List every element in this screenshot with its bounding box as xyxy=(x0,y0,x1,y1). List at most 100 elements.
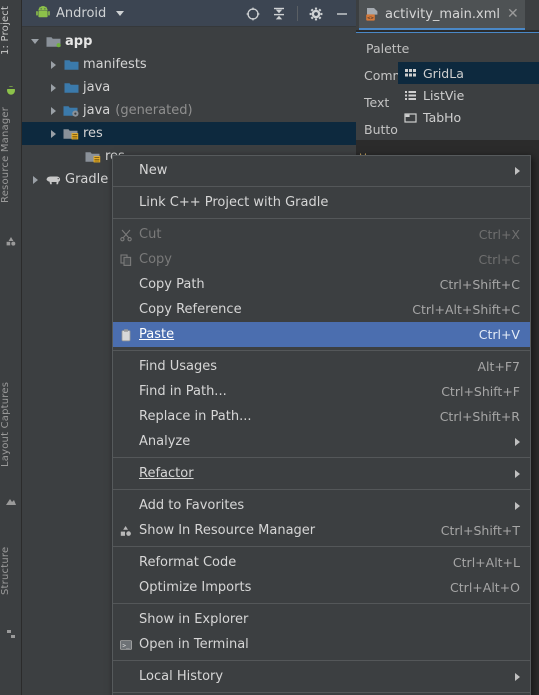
settings-gear-icon[interactable] xyxy=(308,6,324,22)
menu-item-label: New xyxy=(139,163,168,178)
module-folder-icon xyxy=(44,35,62,48)
menu-item-shortcut: Ctrl+Shift+R xyxy=(439,409,520,424)
tree-row-java-generated[interactable]: java (generated) xyxy=(22,99,356,122)
expand-arrow-icon[interactable] xyxy=(26,39,44,44)
palette-category-common[interactable]: Common xyxy=(356,62,420,89)
project-view-selector[interactable]: Android xyxy=(36,5,125,21)
menu-item-add-to-favorites[interactable]: Add to Favorites xyxy=(113,493,530,518)
menu-item-link-cpp-project-with-gradle[interactable]: Link C++ Project with Gradle xyxy=(113,190,530,215)
palette-category-label: Text xyxy=(364,95,390,110)
tree-label: manifests xyxy=(83,57,147,72)
tool-window-label-resource-manager: Resource Manager xyxy=(0,107,11,204)
menu-item-copy-reference[interactable]: Copy Reference Ctrl+Alt+Shift+C xyxy=(113,297,530,322)
close-icon[interactable]: ✕ xyxy=(507,6,519,22)
tree-label: app xyxy=(65,34,93,49)
tree-row-manifests[interactable]: manifests xyxy=(22,53,356,76)
menu-item-paste[interactable]: Paste Ctrl+V xyxy=(113,322,530,347)
palette-item-tabhost[interactable]: TabHo xyxy=(398,106,539,128)
expand-arrow-icon[interactable] xyxy=(44,83,62,92)
palette-category-buttons[interactable]: Buttons xyxy=(356,116,412,143)
menu-item-icon-placeholder xyxy=(113,575,139,600)
menu-item-label: Find in Path... xyxy=(139,384,227,399)
resource-manager-icon xyxy=(113,518,139,543)
palette-category-list[interactable]: Common Text Buttons xyxy=(356,62,420,143)
menu-item-icon-placeholder xyxy=(113,354,139,379)
menu-item-label: Analyze xyxy=(139,434,191,449)
expand-arrow-icon[interactable] xyxy=(44,106,62,115)
palette-item-label: ListVie xyxy=(423,87,465,103)
tool-window-button-resource-manager[interactable]: Resource Manager xyxy=(0,105,22,225)
expand-arrow-icon[interactable] xyxy=(44,60,62,69)
android-robot-icon xyxy=(36,6,50,18)
tree-row-app[interactable]: app xyxy=(22,30,356,53)
menu-item-new[interactable]: New xyxy=(113,158,530,183)
menu-item-icon-placeholder xyxy=(113,190,139,215)
menu-item-show-in-resource-manager[interactable]: Show In Resource Manager Ctrl+Shift+T xyxy=(113,518,530,543)
menu-item-shortcut: Ctrl+V xyxy=(478,327,520,342)
collapse-all-icon[interactable] xyxy=(271,6,287,22)
menu-item-shortcut: Ctrl+C xyxy=(478,252,520,267)
menu-item-find-in-path[interactable]: Find in Path... Ctrl+Shift+F xyxy=(113,379,530,404)
menu-item-label: Refactor xyxy=(139,466,194,481)
menu-item-refactor[interactable]: Refactor xyxy=(113,461,530,486)
menu-item-icon-placeholder xyxy=(113,607,139,632)
menu-item-cut[interactable]: Cut Ctrl+X xyxy=(113,222,530,247)
menu-item-open-in-terminal[interactable]: >_ Open in Terminal xyxy=(113,632,530,657)
scissors-icon xyxy=(113,222,139,247)
menu-item-icon-placeholder xyxy=(113,404,139,429)
tool-window-button-structure[interactable]: Structure xyxy=(0,545,22,621)
tool-window-button-layout-captures[interactable]: Layout Captures xyxy=(0,380,22,488)
menu-item-find-usages[interactable]: Find Usages Alt+F7 xyxy=(113,354,530,379)
minimize-icon[interactable] xyxy=(334,6,350,22)
menu-item-optimize-imports[interactable]: Optimize Imports Ctrl+Alt+O xyxy=(113,575,530,600)
menu-separator xyxy=(113,489,530,490)
chevron-down-icon[interactable] xyxy=(116,10,125,16)
tree-row-res-selected[interactable]: res xyxy=(22,122,356,145)
menu-item-copy-path[interactable]: Copy Path Ctrl+Shift+C xyxy=(113,272,530,297)
tree-row-java[interactable]: java xyxy=(22,76,356,99)
palette-item-listview[interactable]: ListVie xyxy=(398,84,539,106)
menu-item-label: Local History xyxy=(139,669,224,684)
menu-separator xyxy=(113,350,530,351)
editor-tab-activity-main[interactable]: <> activity_main.xml ✕ xyxy=(359,0,525,30)
xml-layout-file-icon: <> xyxy=(366,7,378,21)
menu-item-shortcut: Alt+F7 xyxy=(477,359,520,374)
menu-item-label: Copy Path xyxy=(139,277,205,292)
menu-item-shortcut: Ctrl+Shift+F xyxy=(441,384,520,399)
menu-item-show-in-explorer[interactable]: Show in Explorer xyxy=(113,607,530,632)
menu-item-shortcut: Ctrl+Alt+Shift+C xyxy=(412,302,520,317)
menu-separator xyxy=(113,457,530,458)
menu-separator xyxy=(113,546,530,547)
submenu-arrow-icon xyxy=(515,469,520,478)
menu-item-local-history[interactable]: Local History xyxy=(113,664,530,689)
palette-item-label: GridLa xyxy=(423,65,464,81)
copy-icon xyxy=(113,247,139,272)
menu-item-analyze[interactable]: Analyze xyxy=(113,429,530,454)
menu-separator xyxy=(113,660,530,661)
tool-window-button-project[interactable]: 1: Project xyxy=(0,4,22,78)
project-view-title: Android xyxy=(56,5,107,21)
palette-category-text[interactable]: Text xyxy=(356,89,398,116)
context-menu[interactable]: New Link C++ Project with Gradle Cut Ctr… xyxy=(112,155,531,695)
expand-arrow-icon[interactable] xyxy=(26,175,44,184)
menu-item-label: Copy xyxy=(139,252,172,267)
expand-arrow-icon[interactable] xyxy=(44,129,62,138)
layout-captures-icon xyxy=(6,499,16,505)
menu-separator xyxy=(113,603,530,604)
menu-item-copy[interactable]: Copy Ctrl+C xyxy=(113,247,530,272)
locate-in-tree-icon[interactable] xyxy=(245,6,261,22)
gradle-elephant-icon xyxy=(44,173,62,186)
menu-item-shortcut: Ctrl+Shift+C xyxy=(439,277,520,292)
editor-tab-label: activity_main.xml xyxy=(385,6,501,22)
menu-item-icon-placeholder xyxy=(113,664,139,689)
res-folder-icon xyxy=(62,127,80,140)
menu-item-label: Add to Favorites xyxy=(139,498,245,513)
tool-window-label-layout-captures: Layout Captures xyxy=(0,382,11,468)
menu-item-label: Show In Resource Manager xyxy=(139,523,316,538)
tree-label: java xyxy=(83,80,111,95)
menu-item-replace-in-path[interactable]: Replace in Path... Ctrl+Shift+R xyxy=(113,404,530,429)
menu-item-reformat-code[interactable]: Reformat Code Ctrl+Alt+L xyxy=(113,550,530,575)
menu-item-label: Reformat Code xyxy=(139,555,237,570)
palette-item-list[interactable]: GridLa ListVie TabHo xyxy=(398,62,539,143)
palette-item-gridlayout[interactable]: GridLa xyxy=(398,62,539,84)
